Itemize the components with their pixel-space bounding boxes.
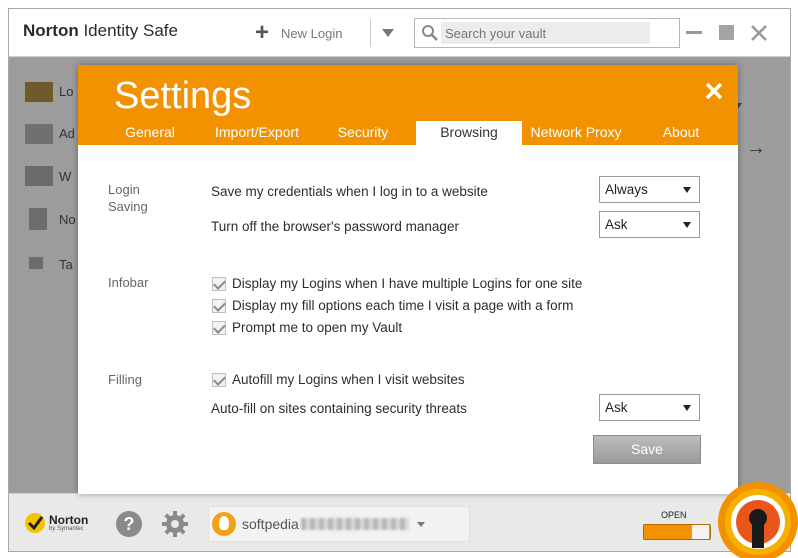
new-login-button[interactable]: + New Login — [255, 19, 343, 46]
search-icon — [422, 25, 438, 41]
tab-network-proxy[interactable]: Network Proxy — [526, 121, 626, 145]
checkbox-fill-options[interactable] — [212, 299, 226, 313]
search-box[interactable] — [414, 18, 680, 48]
autofill-threats-value: Ask — [605, 400, 628, 415]
checkbox-multiple-logins-label: Display my Logins when I have multiple L… — [232, 276, 583, 291]
top-bar: Norton Identity Safe + New Login — [9, 9, 790, 57]
sidebar-item-addresses[interactable]: Ad — [59, 126, 75, 141]
checkbox-prompt-vault-label: Prompt me to open my Vault — [232, 320, 403, 335]
address-card-icon[interactable] — [25, 124, 53, 144]
maximize-button[interactable] — [719, 25, 734, 40]
toggle-knob — [691, 525, 709, 539]
section-login-saving-line2: Saving — [108, 199, 148, 214]
section-login-saving-line1: Login — [108, 182, 140, 197]
dropdown-arrow-icon — [683, 405, 691, 411]
logins-icon[interactable] — [25, 82, 53, 102]
norton-brand: Norton — [49, 513, 89, 527]
dropdown-arrow-icon — [683, 187, 691, 193]
chevron-down-icon — [417, 522, 425, 527]
sidebar-item-wallet[interactable]: W — [59, 169, 71, 184]
settings-dialog: Settings General Import/Export Security … — [78, 65, 738, 494]
divider — [370, 19, 371, 47]
save-button[interactable]: Save — [593, 435, 701, 464]
browser-password-manager-value: Ask — [605, 217, 628, 232]
app-title-product: Identity Safe — [83, 21, 178, 40]
tab-security[interactable]: Security — [328, 121, 398, 145]
app-title: Norton Identity Safe — [23, 21, 178, 41]
gear-icon[interactable] — [161, 510, 189, 538]
checkbox-fill-options-label: Display my fill options each time I visi… — [232, 298, 574, 313]
settings-title: Settings — [114, 75, 252, 117]
vault-open-toggle[interactable] — [643, 524, 711, 540]
checkbox-autofill-label: Autofill my Logins when I visit websites — [232, 372, 465, 387]
account-selector[interactable]: softpedia — [208, 506, 470, 542]
bottom-bar: Norton by Symantec ? softpedia OPEN — [9, 493, 790, 551]
vault-lock-icon[interactable] — [714, 478, 798, 558]
new-item-dropdown-icon[interactable] — [382, 29, 394, 37]
account-email-redacted — [301, 518, 409, 530]
search-input[interactable] — [441, 22, 650, 44]
window-close-icon[interactable] — [748, 22, 770, 44]
section-infobar: Infobar — [108, 275, 149, 290]
dropdown-arrow-icon — [683, 222, 691, 228]
account-name: softpedia — [242, 516, 299, 532]
save-credentials-select[interactable]: Always — [599, 176, 700, 203]
help-icon[interactable]: ? — [116, 511, 142, 537]
save-credentials-label: Save my credentials when I log in to a w… — [211, 184, 488, 199]
minimize-button[interactable] — [686, 31, 702, 34]
section-filling: Filling — [108, 372, 142, 387]
settings-header: Settings General Import/Export Security … — [78, 65, 738, 145]
vault-status-label: OPEN — [661, 510, 687, 520]
notes-icon[interactable] — [29, 208, 47, 230]
avatar — [212, 512, 236, 536]
browser-password-manager-select[interactable]: Ask — [599, 211, 700, 238]
tab-general[interactable]: General — [114, 121, 186, 145]
arrow-right-icon: → — [746, 137, 766, 159]
app-window: Norton Identity Safe + New Login Lo Ad W… — [8, 8, 791, 552]
close-icon[interactable] — [703, 80, 725, 102]
save-credentials-value: Always — [605, 182, 648, 197]
new-login-label: New Login — [281, 25, 343, 41]
plus-icon: + — [255, 19, 270, 46]
checkbox-autofill[interactable] — [212, 373, 226, 387]
wallet-icon[interactable] — [25, 166, 53, 186]
tab-import-export[interactable]: Import/Export — [206, 121, 308, 145]
norton-sub: by Symantec — [49, 526, 84, 532]
tab-about[interactable]: About — [648, 121, 714, 145]
checkbox-prompt-vault[interactable] — [212, 321, 226, 335]
tab-browsing[interactable]: Browsing — [416, 121, 522, 145]
tag-icon[interactable] — [29, 257, 43, 269]
app-title-brand: Norton — [23, 21, 79, 40]
sidebar-item-logins[interactable]: Lo — [59, 84, 73, 99]
section-login-saving: Login Saving — [108, 181, 148, 215]
autofill-threats-label: Auto-fill on sites containing security t… — [211, 401, 467, 416]
norton-logo: Norton by Symantec — [23, 511, 88, 535]
checkbox-multiple-logins[interactable] — [212, 277, 226, 291]
autofill-threats-select[interactable]: Ask — [599, 394, 700, 421]
browser-password-manager-label: Turn off the browser's password manager — [211, 219, 459, 234]
sidebar-item-notes[interactable]: No — [59, 212, 76, 227]
norton-check-icon — [25, 513, 45, 533]
sidebar-item-tags[interactable]: Ta — [59, 257, 73, 272]
